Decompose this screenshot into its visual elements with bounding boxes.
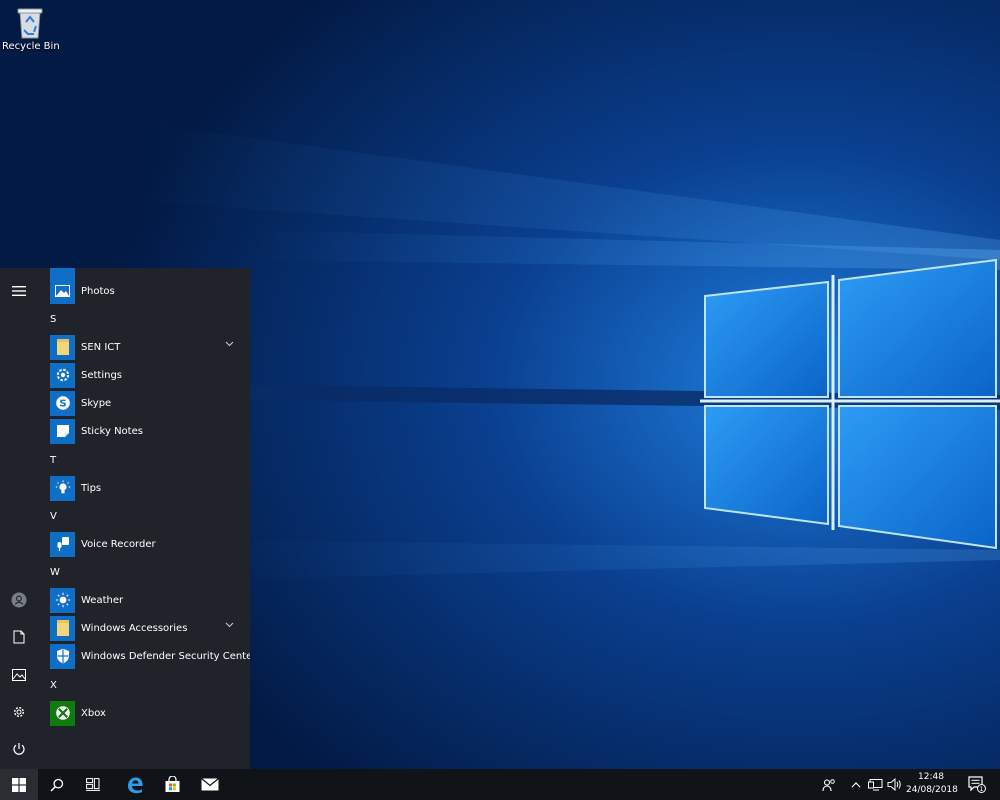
letter-header-s[interactable]: S [50,314,56,325]
app-label: Sticky Notes [81,425,143,437]
app-label: Weather [81,594,124,606]
chevron-down-icon[interactable] [225,622,234,628]
app-xbox[interactable]: Xbox [38,699,250,727]
sticky-note-icon [56,425,69,437]
action-center-button[interactable]: 1 [962,769,992,800]
skype-icon: S [55,396,70,410]
app-windows-defender[interactable]: Windows Defender Security Center [38,642,250,670]
clock-date: 24/08/2018 [906,785,958,795]
recycle-bin[interactable]: Recycle Bin [2,4,60,52]
action-center-icon: 1 [968,776,986,793]
app-tile [50,587,75,613]
shield-icon [56,648,69,664]
app-skype[interactable]: S Skype [38,389,250,417]
expand-menu-button[interactable] [0,273,38,309]
folder-windows-accessories[interactable]: Windows Accessories [38,614,250,642]
app-tile [50,700,75,726]
network-icon [867,778,882,790]
app-tile [50,418,75,444]
app-label: Photos [81,285,115,297]
app-label: Skype [81,397,112,409]
app-tile [50,334,75,360]
document-icon [13,630,25,644]
app-weather[interactable]: Weather [38,586,250,614]
gear-icon [13,706,25,718]
start-rail [0,268,38,769]
pictures-button[interactable] [0,657,38,693]
app-tile: S [50,390,75,416]
app-settings[interactable]: Settings [38,361,250,389]
people-icon [822,778,835,791]
letter-header-t[interactable]: T [50,455,56,466]
task-view-icon [86,778,100,791]
pictures-icon [12,669,26,681]
app-photos[interactable]: Photos [38,277,250,305]
folder-icon [56,620,69,636]
documents-button[interactable] [0,619,38,655]
app-label: Tips [81,482,102,494]
show-hidden-icons-button[interactable] [848,769,864,800]
folder-sen-ict[interactable]: SEN ICT [38,333,250,361]
edge-taskbar-button[interactable] [117,769,153,800]
clock[interactable]: 12:48 24/08/2018 [906,771,958,797]
search-button[interactable] [40,769,74,800]
app-tile [50,615,75,641]
app-tile [50,362,75,388]
sun-icon [55,592,70,608]
store-taskbar-button[interactable] [154,769,190,800]
clock-time: 12:48 [918,772,944,782]
volume-icon [887,778,901,791]
task-view-button[interactable] [76,769,110,800]
recycle-bin-icon [17,8,43,39]
letter-header-x[interactable]: X [50,680,57,691]
app-list[interactable]: Photos S SEN ICT Settings S Skype Sticky… [38,268,250,769]
xbox-icon [55,706,70,720]
app-label: Windows Defender Security Center [81,650,250,662]
folder-icon [56,339,69,355]
app-tile [50,643,75,669]
app-tile [50,278,75,304]
power-button[interactable] [0,731,38,767]
photos-icon [55,285,70,297]
chevron-up-icon [851,781,861,787]
app-label: Voice Recorder [81,538,156,550]
app-sticky-notes[interactable]: Sticky Notes [38,417,250,445]
app-tips[interactable]: Tips [38,474,250,502]
app-tile [50,475,75,501]
taskbar: 12:48 24/08/2018 1 [0,769,1000,800]
svg-text:S: S [59,399,66,410]
user-icon [11,592,27,608]
app-label: SEN ICT [81,341,121,353]
app-voice-recorder[interactable]: Voice Recorder [38,530,250,558]
app-tile [50,531,75,557]
lightbulb-icon [55,480,70,494]
start-button[interactable] [0,769,38,800]
network-button[interactable] [866,769,884,800]
search-icon [50,778,64,792]
mail-taskbar-button[interactable] [192,769,228,800]
volume-button[interactable] [885,769,903,800]
letter-header-v[interactable]: V [50,511,57,522]
edge-browser-icon [128,777,143,793]
letter-header-w[interactable]: W [50,567,60,578]
start-menu: Photos S SEN ICT Settings S Skype Sticky… [0,268,250,769]
app-label: Windows Accessories [81,622,188,634]
app-label: Settings [81,369,123,381]
notification-count: 1 [979,785,983,793]
app-label: Xbox [81,707,106,719]
settings-button[interactable] [0,694,38,730]
mail-icon [201,778,219,791]
gear-icon [56,368,69,382]
chevron-down-icon[interactable] [225,341,234,347]
account-button[interactable] [0,582,38,618]
power-icon [13,743,25,755]
recycle-bin-label: Recycle Bin [2,41,60,52]
people-button[interactable] [818,769,840,800]
store-icon [165,776,179,792]
hamburger-icon [12,286,26,296]
windows-logo-icon [12,777,26,792]
microphone-icon [57,537,69,551]
